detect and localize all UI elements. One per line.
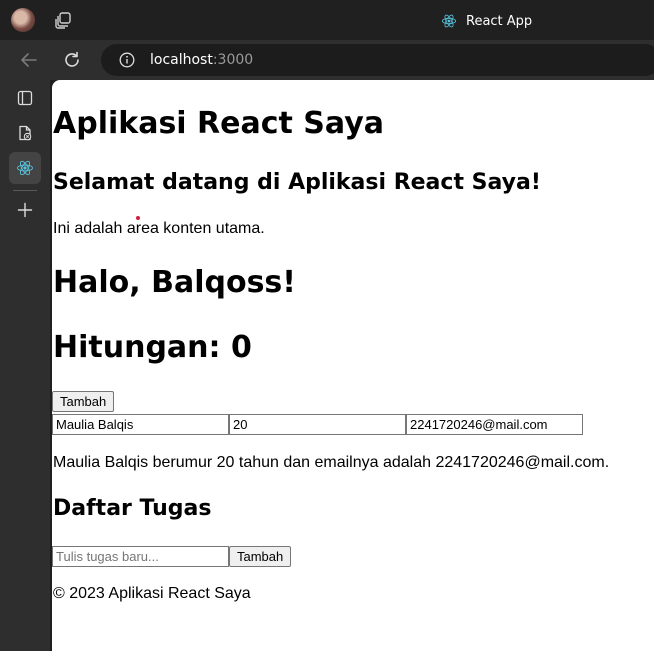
refresh-icon[interactable] (62, 50, 82, 70)
address-bar[interactable]: localhost:3000 (101, 44, 654, 76)
collections-icon[interactable] (54, 11, 72, 29)
tab-react-app[interactable]: React App (432, 6, 654, 36)
email-input[interactable]: 2241720246@mail.com (406, 414, 583, 435)
react-logo-icon (17, 160, 33, 176)
document-icon (19, 125, 32, 141)
web-content: Aplikasi React Saya Selamat datang di Ap… (52, 80, 654, 651)
name-input[interactable]: Maulia Balqis (52, 414, 229, 435)
sidebar-react-app[interactable] (9, 152, 41, 184)
add-count-button[interactable]: Tambah (52, 391, 115, 412)
plus-icon (17, 202, 33, 218)
todo-input[interactable]: Tulis tugas baru... (52, 546, 229, 567)
marker-dot (136, 216, 140, 220)
counter-heading: Hitungan: 0 (53, 330, 252, 365)
react-logo-icon (441, 14, 457, 28)
sidebar-new-tab[interactable] (9, 194, 41, 226)
summary-text: Maulia Balqis berumur 20 tahun dan email… (53, 454, 610, 471)
info-icon[interactable] (119, 52, 135, 68)
age-input[interactable]: 20 (229, 414, 406, 435)
welcome-heading: Selamat datang di Aplikasi React Saya! (53, 170, 541, 195)
url-host: localhost (150, 52, 213, 68)
sidebar-tab-actions[interactable] (9, 82, 41, 114)
todo-heading: Daftar Tugas (53, 496, 212, 521)
add-todo-button[interactable]: Tambah (229, 546, 292, 567)
page-title: Aplikasi React Saya (53, 106, 385, 141)
vertical-tab-sidebar (0, 80, 50, 651)
sidebar-document[interactable] (9, 117, 41, 149)
tab-title: React App (466, 13, 533, 29)
back-arrow-icon[interactable] (19, 50, 39, 70)
profile-avatar[interactable] (11, 8, 35, 32)
greeting-heading: Halo, Balqoss! (53, 265, 296, 300)
sidebar-divider (13, 190, 37, 191)
intro-text: Ini adalah area konten utama. (53, 220, 265, 237)
url-port: :3000 (212, 52, 254, 68)
tab-actions-icon (17, 90, 33, 106)
browser-toolbar: localhost:3000 (0, 40, 654, 80)
footer-text: © 2023 Aplikasi React Saya (53, 585, 251, 602)
title-bar: React App (0, 0, 654, 40)
